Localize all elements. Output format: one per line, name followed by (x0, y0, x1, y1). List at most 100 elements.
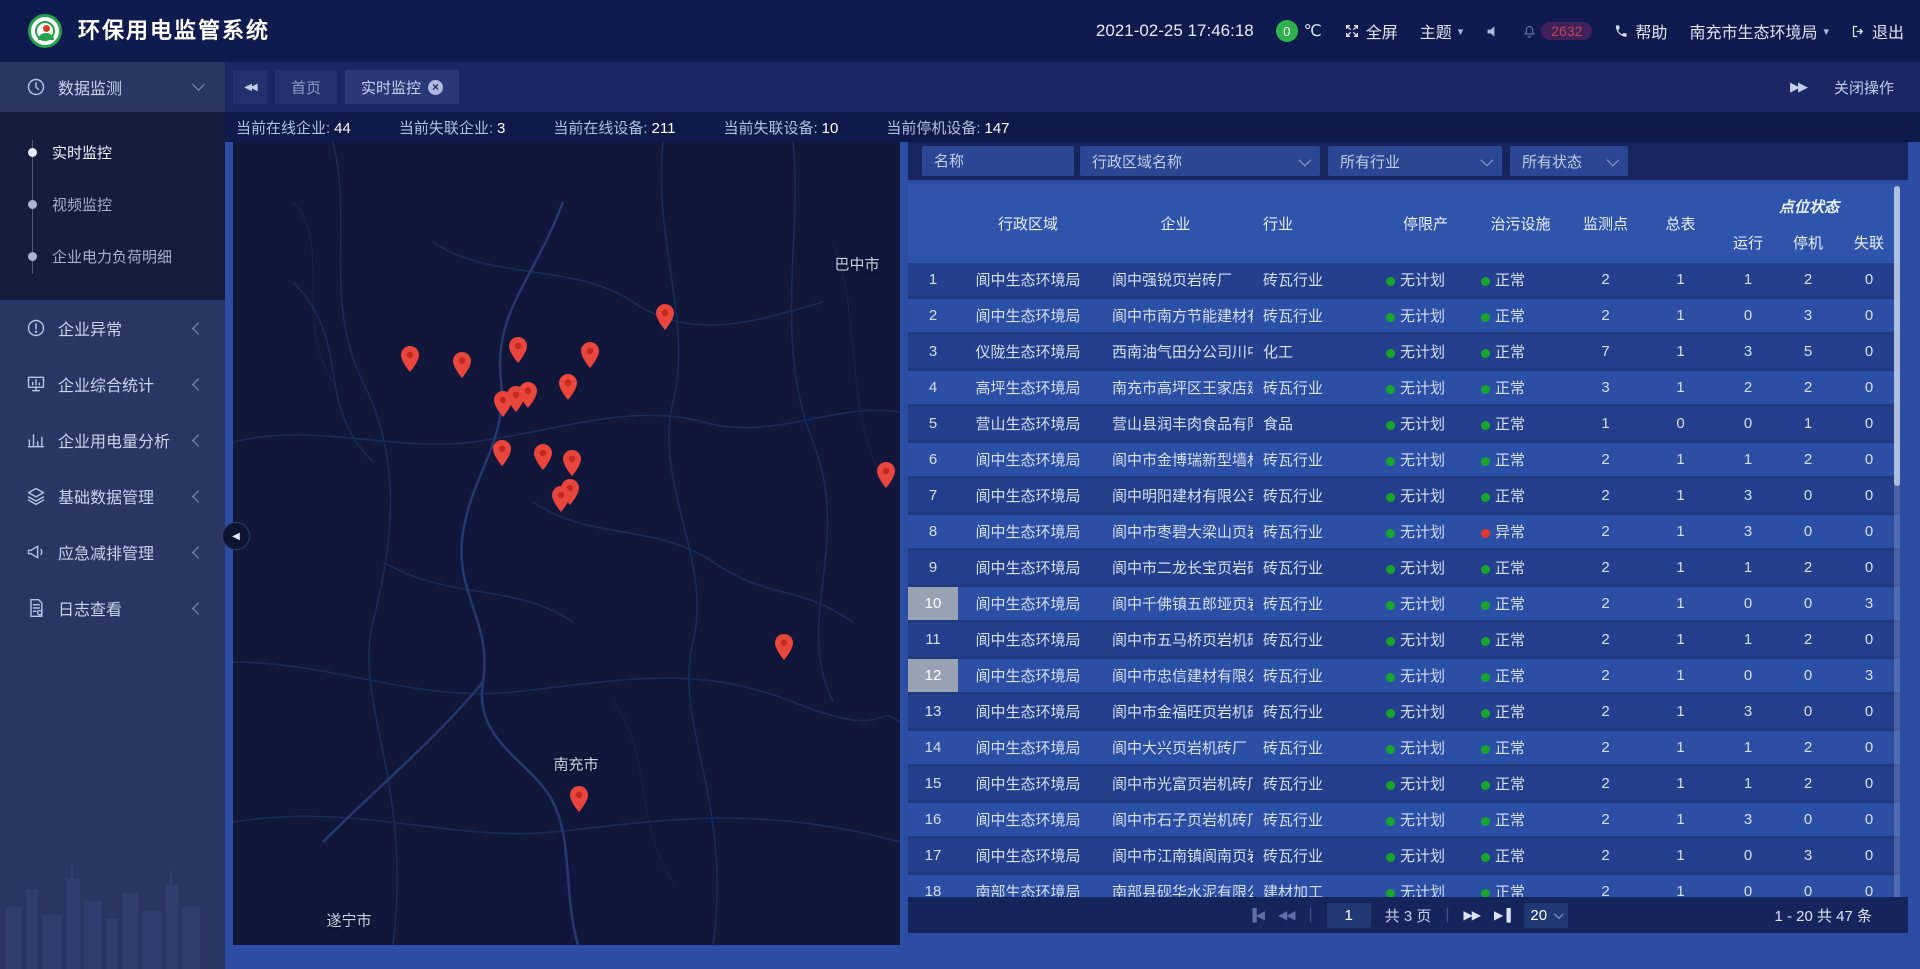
table-row[interactable]: 6阆中生态环境局阆中市金博瑞新型墙材砖瓦行业无计划正常21120 (908, 443, 1900, 476)
table-row[interactable]: 3仪陇生态环境局西南油气田分公司川中化工无计划正常71350 (908, 335, 1900, 368)
treatment-cell: 正常 (1473, 845, 1568, 866)
page-size-select[interactable]: 20 (1524, 903, 1568, 928)
table-row[interactable]: 15阆中生态环境局阆中市光富页岩机砖厂砖瓦行业无计划正常21120 (908, 767, 1900, 800)
status-filter-select[interactable]: 所有状态 (1510, 146, 1628, 176)
offline-count-cell: 0 (1838, 559, 1900, 576)
table-row[interactable]: 8阆中生态环境局阆中市枣碧大梁山页岩砖瓦行业无计划异常21300 (908, 515, 1900, 548)
close-operations-button[interactable]: 关闭操作 (1834, 77, 1894, 98)
map-pin-icon[interactable] (559, 374, 577, 400)
stop-count-cell: 0 (1778, 487, 1838, 504)
sound-button[interactable] (1485, 24, 1500, 39)
map-pin-icon[interactable] (401, 346, 419, 372)
table-row[interactable]: 13阆中生态环境局阆中市金福旺页岩机砖砖瓦行业无计划正常21300 (908, 695, 1900, 728)
sidebar-item-5[interactable]: 应急减排管理 (0, 524, 225, 580)
total-meter-cell: 1 (1643, 595, 1718, 612)
stop-count-cell: 5 (1778, 343, 1838, 360)
industry-filter-select[interactable]: 所有行业 (1328, 146, 1502, 176)
table-row[interactable]: 1阆中生态环境局阆中强锐页岩砖厂砖瓦行业无计划正常21120 (908, 263, 1900, 296)
help-button[interactable]: 帮助 (1614, 19, 1667, 43)
sidebar-subitem[interactable]: 企业电力负荷明细 (0, 230, 225, 282)
theme-menu[interactable]: 主题 ▾ (1420, 19, 1464, 43)
close-icon[interactable]: × (428, 80, 443, 95)
tabs-scroll-left-button[interactable]: ◀◀ (233, 70, 267, 104)
limit-production-cell: 无计划 (1378, 449, 1473, 470)
map-pin-icon[interactable] (775, 634, 793, 660)
region-cell: 阆中生态环境局 (958, 485, 1098, 506)
table-row[interactable]: 4高坪生态环境局南充市高坪区王家店建砖瓦行业无计划正常31220 (908, 371, 1900, 404)
sidebar-item-4[interactable]: 基础数据管理 (0, 468, 225, 524)
limit-production-cell: 无计划 (1378, 521, 1473, 542)
monitor-points-cell: 2 (1568, 559, 1643, 576)
table-row[interactable]: 14阆中生态环境局阆中大兴页岩机砖厂砖瓦行业无计划正常21120 (908, 731, 1900, 764)
run-count-cell: 1 (1718, 451, 1778, 468)
datetime: 2021-02-25 17:46:18 (1096, 21, 1254, 41)
industry-cell: 砖瓦行业 (1253, 485, 1378, 506)
map-pin-icon[interactable] (519, 382, 537, 408)
page-number-input[interactable]: 1 (1327, 903, 1371, 928)
city-label-巴中市: 巴中市 (834, 254, 879, 275)
tab-实时监控[interactable]: 实时监控× (345, 70, 459, 104)
industry-cell: 砖瓦行业 (1253, 701, 1378, 722)
monitor-points-cell: 2 (1568, 451, 1643, 468)
table-row[interactable]: 12阆中生态环境局阆中市忠信建材有限公砖瓦行业无计划正常21003 (908, 659, 1900, 692)
table-row[interactable]: 7阆中生态环境局阆中明阳建材有限公司砖瓦行业无计划正常21300 (908, 479, 1900, 512)
table-row[interactable]: 17阆中生态环境局阆中市江南镇阆南页岩砖瓦行业无计划正常21030 (908, 839, 1900, 872)
prev-page-button[interactable]: ◀◀ (1278, 908, 1294, 922)
table-row[interactable]: 9阆中生态环境局阆中市二龙长宝页岩砖砖瓦行业无计划正常21120 (908, 551, 1900, 584)
table-row[interactable]: 16阆中生态环境局阆中市石子页岩机砖厂砖瓦行业无计划正常21300 (908, 803, 1900, 836)
map-panel[interactable]: 巴中市南充市遂宁市 (233, 142, 900, 945)
table-row[interactable]: 10阆中生态环境局阆中千佛镇五郎垭页岩砖瓦行业无计划正常21003 (908, 587, 1900, 620)
row-index-cell: 14 (908, 731, 958, 764)
table-row[interactable]: 2阆中生态环境局阆中市南方节能建材有砖瓦行业无计划正常21030 (908, 299, 1900, 332)
map-pin-icon[interactable] (534, 444, 552, 470)
table-row[interactable]: 18南部生态环境局南部县砚华水泥有限公建材加工无计划正常21000 (908, 875, 1900, 897)
last-page-button[interactable]: ▶▐ (1494, 908, 1510, 922)
company-cell: 阆中市五马桥页岩机砖 (1098, 629, 1253, 650)
monitor-points-cell: 2 (1568, 775, 1643, 792)
map-pin-icon[interactable] (552, 486, 570, 512)
table-row[interactable]: 5营山生态环境局营山县润丰肉食品有限食品无计划正常10010 (908, 407, 1900, 440)
limit-production-cell: 无计划 (1378, 737, 1473, 758)
bullet-icon (28, 200, 37, 209)
name-filter-input[interactable] (922, 146, 1074, 176)
run-count-cell: 0 (1718, 883, 1778, 897)
table-header: 行政区域 企业 行业 停限产 治污设施 监测点 总表 点位状态 运行 停机 失联 (908, 184, 1900, 263)
gauge-icon (26, 77, 46, 97)
sidebar-item-1[interactable]: 企业异常 (0, 300, 225, 356)
first-page-button[interactable]: ▐◀ (1248, 908, 1264, 922)
limit-production-cell: 无计划 (1378, 773, 1473, 794)
tab-首页[interactable]: 首页 (275, 70, 337, 104)
status-dot (1386, 601, 1395, 610)
fullscreen-button[interactable]: 全屏 (1344, 19, 1398, 43)
notifications-button[interactable]: 2632 (1522, 22, 1592, 40)
treatment-cell: 正常 (1473, 485, 1568, 506)
org-menu[interactable]: 南充市生态环境局 ▾ (1689, 19, 1829, 43)
city-label-遂宁市: 遂宁市 (326, 910, 371, 931)
region-filter-select[interactable]: 行政区域名称 (1080, 146, 1320, 176)
next-page-button[interactable]: ▶▶ (1464, 908, 1480, 922)
logout-button[interactable]: 退出 (1851, 19, 1904, 43)
map-pin-icon[interactable] (581, 342, 599, 368)
industry-cell: 砖瓦行业 (1253, 305, 1378, 326)
sidebar-item-0[interactable]: 数据监测 (0, 62, 225, 112)
map-pin-icon[interactable] (453, 352, 471, 378)
map-pin-icon[interactable] (563, 450, 581, 476)
sidebar-subitem[interactable]: 视频监控 (0, 178, 225, 230)
sidebar-item-6[interactable]: 日志查看 (0, 580, 225, 636)
temperature-badge: 0 (1276, 20, 1298, 42)
map-collapse-handle[interactable]: ◀ (222, 522, 250, 550)
map-pin-icon[interactable] (493, 440, 511, 466)
map-pin-icon[interactable] (570, 786, 588, 812)
tabs-scroll-right-button[interactable]: ▶▶ (1790, 79, 1806, 95)
chevron-left-icon (192, 322, 205, 335)
table-scrollbar[interactable] (1894, 186, 1900, 931)
row-index-cell: 4 (908, 371, 958, 404)
sidebar-subitem[interactable]: 实时监控 (0, 126, 225, 178)
sidebar-item-2[interactable]: 企业综合统计 (0, 356, 225, 412)
treatment-cell: 正常 (1473, 269, 1568, 290)
table-row[interactable]: 11阆中生态环境局阆中市五马桥页岩机砖砖瓦行业无计划正常21120 (908, 623, 1900, 656)
map-pin-icon[interactable] (509, 337, 527, 363)
map-pin-icon[interactable] (656, 304, 674, 330)
sidebar-item-3[interactable]: 企业用电量分析 (0, 412, 225, 468)
map-pin-icon[interactable] (877, 462, 895, 488)
